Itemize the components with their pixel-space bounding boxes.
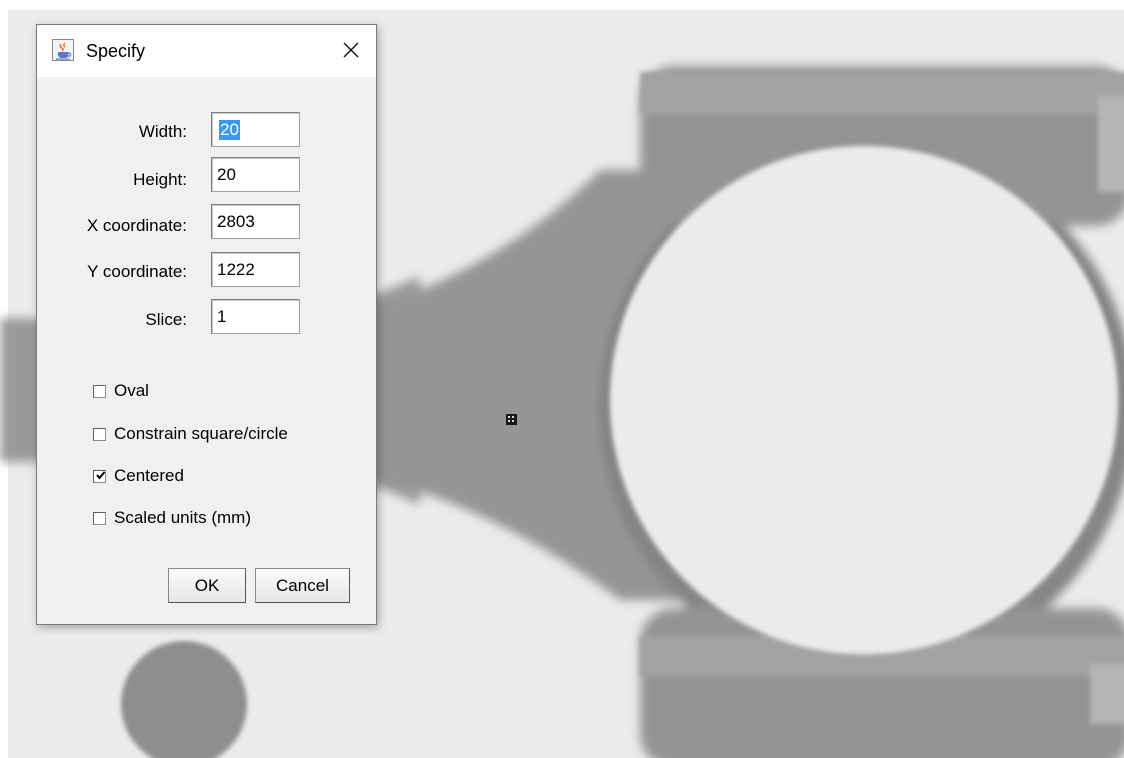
constrain-checkbox[interactable]: Constrain square/circle (93, 423, 288, 445)
close-icon (343, 42, 359, 58)
height-input[interactable] (211, 157, 300, 192)
dialog-title: Specify (86, 41, 146, 61)
checkbox-box (93, 511, 106, 525)
y-coordinate-input[interactable] (211, 252, 300, 287)
close-button[interactable] (334, 34, 368, 66)
cancel-button[interactable]: Cancel (255, 568, 350, 603)
y-coordinate-label: Y coordinate: (87, 262, 187, 281)
roi-marker (506, 414, 517, 425)
slice-label: Slice: (145, 310, 187, 329)
checkbox-label: Centered (114, 466, 184, 485)
height-label: Height: (133, 170, 187, 189)
width-input[interactable]: 20 (211, 112, 300, 147)
checkbox-label: Scaled units (mm) (114, 508, 251, 527)
checkbox-box (93, 427, 106, 441)
checkmark-icon (96, 470, 106, 480)
title-bar[interactable]: Specify (37, 25, 376, 77)
slice-input[interactable] (211, 299, 300, 334)
width-label: Width: (138, 122, 187, 141)
width-value: 20 (219, 120, 240, 140)
checkbox-label: Oval (114, 381, 149, 400)
checkbox-label: Constrain square/circle (114, 424, 288, 443)
java-cup-icon (52, 39, 74, 61)
checkbox-box (93, 384, 106, 398)
oval-checkbox[interactable]: Oval (93, 380, 149, 402)
centered-checkbox[interactable]: Centered (93, 465, 184, 487)
ok-button[interactable]: OK (168, 568, 246, 603)
specify-dialog: Specify Width: 20 Height: X coordinate: … (36, 24, 377, 625)
x-coordinate-label: X coordinate: (86, 216, 187, 235)
x-coordinate-input[interactable] (211, 204, 300, 239)
scaled-units-checkbox[interactable]: Scaled units (mm) (93, 507, 251, 529)
checkbox-box (93, 469, 106, 483)
